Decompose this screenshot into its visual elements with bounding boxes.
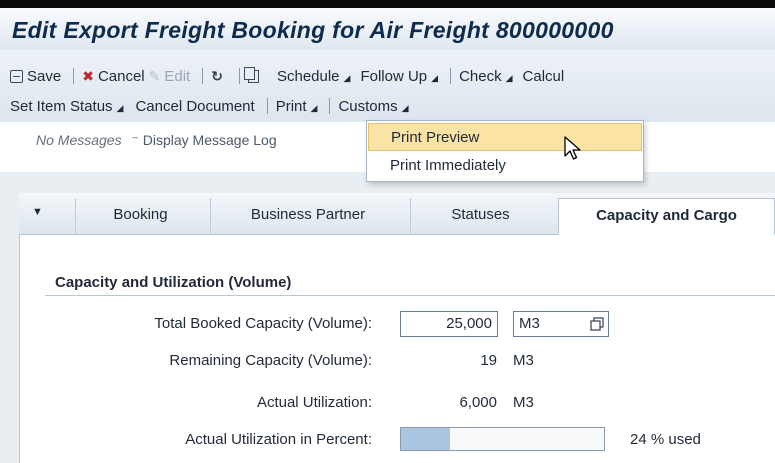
total-booked-capacity-label: Total Booked Capacity (Volume): bbox=[154, 315, 372, 332]
remaining-capacity-unit: M3 bbox=[513, 352, 534, 369]
dropdown-arrow-icon: ◢ bbox=[401, 102, 409, 113]
tab-statuses[interactable]: Statuses bbox=[410, 198, 550, 235]
print-immediately-item[interactable]: Print Immediately bbox=[368, 152, 642, 180]
toolbar-row-2: Set Item Status ◢ Cancel Document Print … bbox=[10, 94, 413, 118]
calculate-menu[interactable]: Calcul bbox=[523, 68, 565, 85]
title-bar: Edit Export Freight Booking for Air Frei… bbox=[0, 0, 775, 50]
progress-fill bbox=[401, 428, 450, 450]
display-message-log-link[interactable]: ⁻ Display Message Log bbox=[131, 132, 276, 148]
set-item-status-label: Set Item Status bbox=[10, 97, 113, 115]
dropdown-arrow-icon: ◢ bbox=[310, 102, 318, 113]
actual-utilization-unit: M3 bbox=[513, 394, 534, 411]
cancel-document-label: Cancel Document bbox=[135, 97, 255, 115]
toolbar: Save ✖ Cancel ✎ Edit ↻ Schedule ◢ Follow… bbox=[0, 50, 775, 123]
refresh-button[interactable]: ↻ bbox=[211, 68, 227, 85]
utilization-percent-label: Actual Utilization in Percent: bbox=[185, 431, 372, 448]
toolbar-separator bbox=[202, 68, 204, 84]
actual-utilization-value: 6,000 bbox=[459, 394, 497, 411]
actual-utilization-label: Actual Utilization: bbox=[256, 394, 372, 411]
pencil-icon: ✎ bbox=[148, 67, 161, 84]
cancel-button[interactable]: ✖ Cancel bbox=[82, 68, 144, 85]
toolbar-separator bbox=[73, 68, 75, 84]
toolbar-separator bbox=[238, 68, 240, 84]
save-icon bbox=[10, 69, 23, 83]
customs-label: Customs bbox=[338, 97, 398, 115]
capacity-unit-value: M3 bbox=[519, 315, 540, 332]
calculate-label: Calcul bbox=[522, 67, 565, 85]
capacity-unit-input[interactable]: M3 bbox=[513, 311, 609, 337]
save-button[interactable]: Save bbox=[10, 68, 61, 85]
save-label: Save bbox=[27, 67, 62, 85]
mouse-cursor-icon bbox=[564, 136, 581, 160]
schedule-menu[interactable]: Schedule ◢ bbox=[277, 68, 350, 85]
follow-up-menu[interactable]: Follow Up ◢ bbox=[360, 68, 438, 85]
edit-label: Edit bbox=[164, 67, 191, 85]
no-messages-text: No Messages bbox=[36, 132, 122, 148]
value-help-icon[interactable] bbox=[590, 317, 604, 331]
refresh-icon: ↻ bbox=[211, 67, 223, 84]
print-preview-item[interactable]: Print Preview bbox=[368, 123, 642, 151]
section-title: Capacity and Utilization (Volume) bbox=[55, 274, 292, 291]
copy-icon bbox=[243, 66, 259, 83]
cancel-document-button[interactable]: Cancel Document bbox=[135, 98, 254, 115]
print-menu[interactable]: Print ◢ bbox=[276, 98, 318, 115]
remaining-capacity-label: Remaining Capacity (Volume): bbox=[169, 352, 372, 369]
page-title: Edit Export Freight Booking for Air Frei… bbox=[12, 17, 614, 43]
tab-booking[interactable]: Booking bbox=[75, 198, 205, 235]
schedule-label: Schedule bbox=[276, 67, 340, 85]
tab-menu-toggle-icon[interactable]: ▼ bbox=[32, 206, 43, 218]
dropdown-arrow-icon: ◢ bbox=[343, 72, 351, 83]
utilization-percent-text: 24 % used bbox=[630, 431, 701, 448]
message-log-label: Display Message Log bbox=[142, 132, 277, 148]
dropdown-arrow-icon: ◢ bbox=[116, 102, 124, 113]
total-booked-capacity-input[interactable]: 25,000 bbox=[400, 311, 498, 337]
toolbar-separator bbox=[450, 68, 452, 84]
dropdown-arrow-icon: ◢ bbox=[431, 72, 439, 83]
message-status: No Messages ⁻ Display Message Log bbox=[36, 132, 277, 149]
print-dropdown-menu: Print Preview Print Immediately bbox=[366, 120, 644, 182]
link-dash-icon: ⁻ bbox=[131, 132, 143, 148]
check-label: Check bbox=[459, 67, 502, 85]
tab-business-partner[interactable]: Business Partner bbox=[210, 198, 405, 235]
edit-button[interactable]: ✎ Edit bbox=[149, 68, 191, 85]
follow-up-label: Follow Up bbox=[360, 67, 428, 85]
remaining-capacity-value: 19 bbox=[480, 352, 497, 369]
utilization-progress-bar bbox=[400, 427, 605, 451]
set-item-status-menu[interactable]: Set Item Status ◢ bbox=[10, 98, 123, 115]
tab-capacity-and-cargo[interactable]: Capacity and Cargo bbox=[558, 198, 775, 235]
toolbar-separator bbox=[329, 98, 331, 114]
copy-button[interactable] bbox=[243, 66, 263, 83]
cancel-label: Cancel bbox=[97, 67, 145, 85]
check-menu[interactable]: Check ◢ bbox=[459, 68, 512, 85]
toolbar-separator bbox=[266, 98, 268, 114]
print-label: Print bbox=[275, 97, 307, 115]
dropdown-arrow-icon: ◢ bbox=[505, 72, 513, 83]
cancel-icon: ✖ bbox=[82, 67, 94, 84]
section-divider bbox=[45, 295, 775, 296]
toolbar-row-1: Save ✖ Cancel ✎ Edit ↻ Schedule ◢ Follow… bbox=[10, 64, 568, 88]
customs-menu[interactable]: Customs ◢ bbox=[338, 98, 408, 115]
